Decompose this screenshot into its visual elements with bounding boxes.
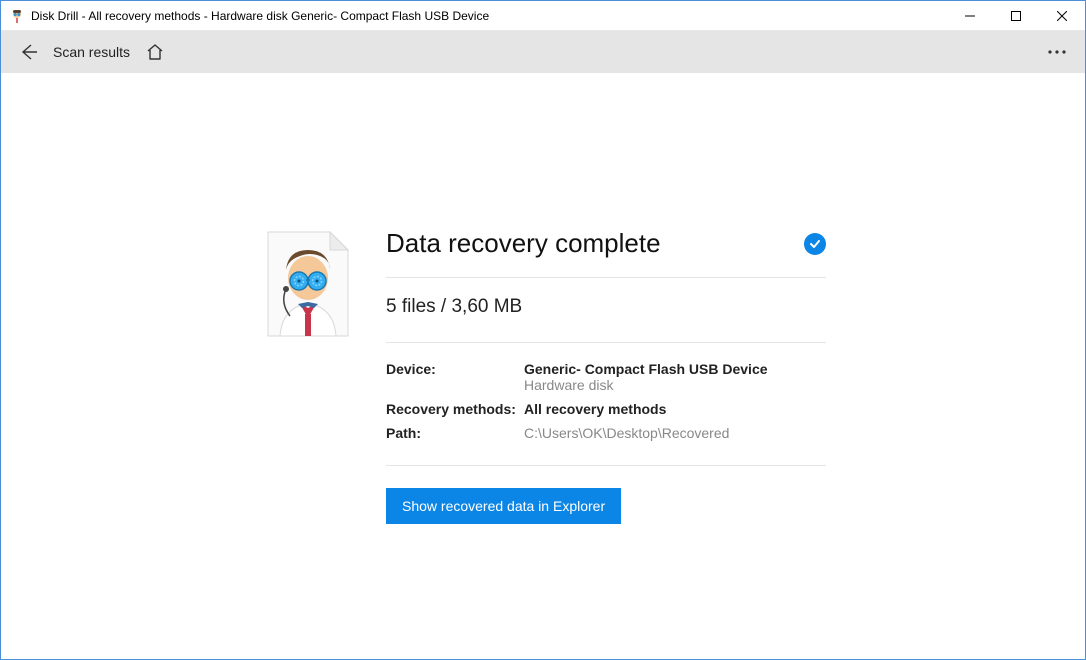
result-heading: Data recovery complete bbox=[386, 228, 661, 259]
success-check-icon bbox=[804, 233, 826, 255]
result-summary: 5 files / 3,60 MB bbox=[386, 278, 826, 343]
window-title: Disk Drill - All recovery methods - Hard… bbox=[31, 9, 947, 23]
info-row-methods: Recovery methods: All recovery methods bbox=[386, 397, 826, 421]
path-label: Path: bbox=[386, 425, 524, 441]
result-header: Data recovery complete bbox=[386, 228, 826, 278]
result-info-table: Device: Generic- Compact Flash USB Devic… bbox=[386, 343, 826, 466]
show-in-explorer-button[interactable]: Show recovered data in Explorer bbox=[386, 488, 621, 524]
toolbar: Scan results bbox=[1, 31, 1085, 73]
doctor-illustration-icon bbox=[260, 228, 356, 338]
close-button[interactable] bbox=[1039, 1, 1085, 31]
app-icon bbox=[9, 8, 25, 24]
device-name: Generic- Compact Flash USB Device bbox=[524, 361, 826, 377]
path-value: C:\Users\OK\Desktop\Recovered bbox=[524, 425, 826, 441]
back-button[interactable] bbox=[17, 41, 39, 63]
more-button[interactable] bbox=[1045, 40, 1069, 64]
result-details: Data recovery complete 5 files / 3,60 MB… bbox=[386, 228, 826, 524]
methods-value: All recovery methods bbox=[524, 401, 826, 417]
window-titlebar: Disk Drill - All recovery methods - Hard… bbox=[1, 1, 1085, 31]
info-row-device: Device: Generic- Compact Flash USB Devic… bbox=[386, 357, 826, 397]
home-button[interactable] bbox=[144, 41, 166, 63]
info-row-path: Path: C:\Users\OK\Desktop\Recovered bbox=[386, 421, 826, 445]
device-label: Device: bbox=[386, 361, 524, 377]
breadcrumb: Scan results bbox=[53, 44, 130, 60]
result-card: Data recovery complete 5 files / 3,60 MB… bbox=[260, 228, 826, 524]
minimize-button[interactable] bbox=[947, 1, 993, 31]
action-row: Show recovered data in Explorer bbox=[386, 466, 826, 524]
window-controls bbox=[947, 1, 1085, 31]
content-area: Data recovery complete 5 files / 3,60 MB… bbox=[1, 73, 1085, 524]
device-type: Hardware disk bbox=[524, 377, 826, 393]
methods-label: Recovery methods: bbox=[386, 401, 524, 417]
maximize-button[interactable] bbox=[993, 1, 1039, 31]
device-value: Generic- Compact Flash USB Device Hardwa… bbox=[524, 361, 826, 393]
